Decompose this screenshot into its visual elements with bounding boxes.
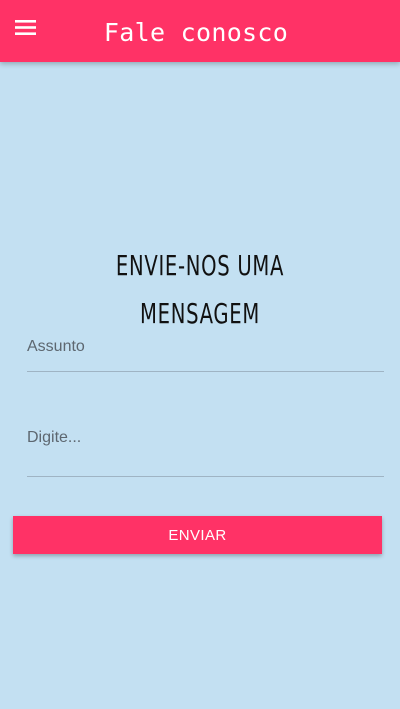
subject-input[interactable] xyxy=(27,335,384,359)
section-heading: ENVIE-NOS UMA MENSAGEM xyxy=(0,242,400,338)
page-title: Fale conosco xyxy=(103,18,289,47)
message-field xyxy=(27,427,384,477)
subject-field xyxy=(27,335,384,372)
section-heading-text: ENVIE-NOS UMA MENSAGEM xyxy=(115,249,285,330)
send-button[interactable]: ENVIAR xyxy=(13,516,382,554)
app-header: Fale conosco xyxy=(0,0,400,62)
message-input[interactable] xyxy=(27,427,384,467)
